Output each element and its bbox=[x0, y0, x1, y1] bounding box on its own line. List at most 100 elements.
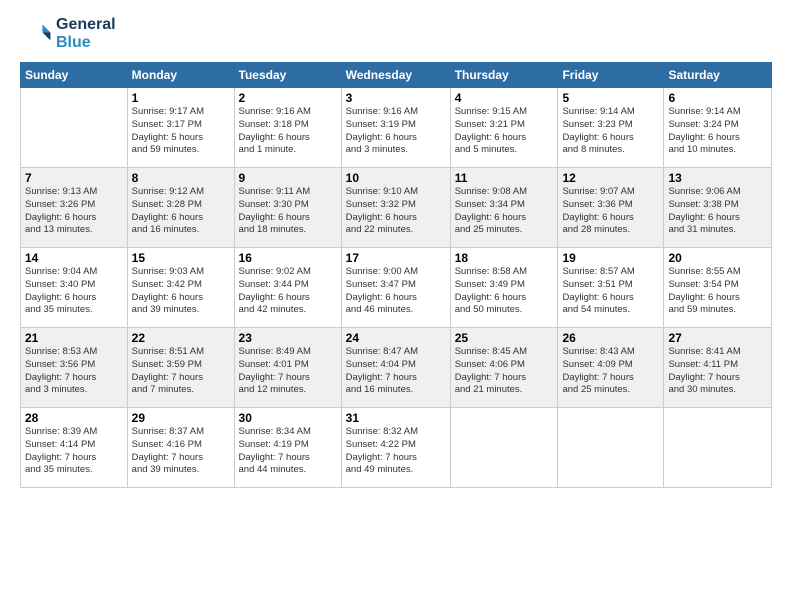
day-info: Sunrise: 8:49 AM Sunset: 4:01 PM Dayligh… bbox=[239, 346, 337, 397]
day-number: 5 bbox=[562, 91, 659, 105]
day-number: 12 bbox=[562, 171, 659, 185]
calendar-cell bbox=[664, 408, 772, 488]
day-number: 22 bbox=[132, 331, 230, 345]
calendar-week-row: 28Sunrise: 8:39 AM Sunset: 4:14 PM Dayli… bbox=[21, 408, 772, 488]
weekday-header: Saturday bbox=[664, 63, 772, 88]
calendar-week-row: 7Sunrise: 9:13 AM Sunset: 3:26 PM Daylig… bbox=[21, 168, 772, 248]
calendar-cell: 15Sunrise: 9:03 AM Sunset: 3:42 PM Dayli… bbox=[127, 248, 234, 328]
day-info: Sunrise: 8:43 AM Sunset: 4:09 PM Dayligh… bbox=[562, 346, 659, 397]
calendar-cell bbox=[558, 408, 664, 488]
day-info: Sunrise: 9:10 AM Sunset: 3:32 PM Dayligh… bbox=[346, 186, 446, 237]
day-number: 31 bbox=[346, 411, 446, 425]
day-info: Sunrise: 9:16 AM Sunset: 3:18 PM Dayligh… bbox=[239, 106, 337, 157]
day-info: Sunrise: 9:17 AM Sunset: 3:17 PM Dayligh… bbox=[132, 106, 230, 157]
day-info: Sunrise: 8:55 AM Sunset: 3:54 PM Dayligh… bbox=[668, 266, 767, 317]
day-number: 29 bbox=[132, 411, 230, 425]
calendar-cell: 10Sunrise: 9:10 AM Sunset: 3:32 PM Dayli… bbox=[341, 168, 450, 248]
calendar-header-row: SundayMondayTuesdayWednesdayThursdayFrid… bbox=[21, 63, 772, 88]
day-number: 24 bbox=[346, 331, 446, 345]
day-number: 23 bbox=[239, 331, 337, 345]
day-number: 2 bbox=[239, 91, 337, 105]
calendar-cell: 23Sunrise: 8:49 AM Sunset: 4:01 PM Dayli… bbox=[234, 328, 341, 408]
day-number: 26 bbox=[562, 331, 659, 345]
calendar-cell: 26Sunrise: 8:43 AM Sunset: 4:09 PM Dayli… bbox=[558, 328, 664, 408]
weekday-header: Friday bbox=[558, 63, 664, 88]
day-info: Sunrise: 8:37 AM Sunset: 4:16 PM Dayligh… bbox=[132, 426, 230, 477]
calendar-cell: 19Sunrise: 8:57 AM Sunset: 3:51 PM Dayli… bbox=[558, 248, 664, 328]
calendar-cell: 25Sunrise: 8:45 AM Sunset: 4:06 PM Dayli… bbox=[450, 328, 558, 408]
calendar-cell: 8Sunrise: 9:12 AM Sunset: 3:28 PM Daylig… bbox=[127, 168, 234, 248]
day-info: Sunrise: 9:14 AM Sunset: 3:24 PM Dayligh… bbox=[668, 106, 767, 157]
calendar-week-row: 1Sunrise: 9:17 AM Sunset: 3:17 PM Daylig… bbox=[21, 88, 772, 168]
day-info: Sunrise: 8:32 AM Sunset: 4:22 PM Dayligh… bbox=[346, 426, 446, 477]
day-number: 10 bbox=[346, 171, 446, 185]
day-number: 25 bbox=[455, 331, 554, 345]
calendar-cell: 13Sunrise: 9:06 AM Sunset: 3:38 PM Dayli… bbox=[664, 168, 772, 248]
logo-text: General Blue bbox=[56, 16, 116, 52]
day-number: 6 bbox=[668, 91, 767, 105]
day-info: Sunrise: 8:47 AM Sunset: 4:04 PM Dayligh… bbox=[346, 346, 446, 397]
day-number: 7 bbox=[25, 171, 123, 185]
calendar-table: SundayMondayTuesdayWednesdayThursdayFrid… bbox=[20, 62, 772, 488]
calendar-cell: 31Sunrise: 8:32 AM Sunset: 4:22 PM Dayli… bbox=[341, 408, 450, 488]
day-info: Sunrise: 8:39 AM Sunset: 4:14 PM Dayligh… bbox=[25, 426, 123, 477]
logo-icon bbox=[20, 18, 52, 50]
calendar-cell: 21Sunrise: 8:53 AM Sunset: 3:56 PM Dayli… bbox=[21, 328, 128, 408]
day-number: 16 bbox=[239, 251, 337, 265]
day-number: 17 bbox=[346, 251, 446, 265]
calendar-cell: 28Sunrise: 8:39 AM Sunset: 4:14 PM Dayli… bbox=[21, 408, 128, 488]
calendar-cell: 27Sunrise: 8:41 AM Sunset: 4:11 PM Dayli… bbox=[664, 328, 772, 408]
calendar-cell: 1Sunrise: 9:17 AM Sunset: 3:17 PM Daylig… bbox=[127, 88, 234, 168]
calendar-cell: 18Sunrise: 8:58 AM Sunset: 3:49 PM Dayli… bbox=[450, 248, 558, 328]
calendar-cell: 11Sunrise: 9:08 AM Sunset: 3:34 PM Dayli… bbox=[450, 168, 558, 248]
day-info: Sunrise: 9:13 AM Sunset: 3:26 PM Dayligh… bbox=[25, 186, 123, 237]
day-number: 28 bbox=[25, 411, 123, 425]
calendar-cell bbox=[21, 88, 128, 168]
calendar-cell bbox=[450, 408, 558, 488]
day-info: Sunrise: 9:03 AM Sunset: 3:42 PM Dayligh… bbox=[132, 266, 230, 317]
day-number: 27 bbox=[668, 331, 767, 345]
calendar-cell: 7Sunrise: 9:13 AM Sunset: 3:26 PM Daylig… bbox=[21, 168, 128, 248]
day-number: 9 bbox=[239, 171, 337, 185]
day-number: 21 bbox=[25, 331, 123, 345]
calendar-cell: 17Sunrise: 9:00 AM Sunset: 3:47 PM Dayli… bbox=[341, 248, 450, 328]
day-info: Sunrise: 8:53 AM Sunset: 3:56 PM Dayligh… bbox=[25, 346, 123, 397]
day-info: Sunrise: 8:41 AM Sunset: 4:11 PM Dayligh… bbox=[668, 346, 767, 397]
weekday-header: Thursday bbox=[450, 63, 558, 88]
day-info: Sunrise: 9:08 AM Sunset: 3:34 PM Dayligh… bbox=[455, 186, 554, 237]
header: General Blue bbox=[20, 16, 772, 52]
day-number: 4 bbox=[455, 91, 554, 105]
calendar-cell: 30Sunrise: 8:34 AM Sunset: 4:19 PM Dayli… bbox=[234, 408, 341, 488]
calendar-cell: 2Sunrise: 9:16 AM Sunset: 3:18 PM Daylig… bbox=[234, 88, 341, 168]
day-info: Sunrise: 9:14 AM Sunset: 3:23 PM Dayligh… bbox=[562, 106, 659, 157]
calendar-cell: 29Sunrise: 8:37 AM Sunset: 4:16 PM Dayli… bbox=[127, 408, 234, 488]
day-info: Sunrise: 9:06 AM Sunset: 3:38 PM Dayligh… bbox=[668, 186, 767, 237]
day-number: 3 bbox=[346, 91, 446, 105]
calendar-cell: 20Sunrise: 8:55 AM Sunset: 3:54 PM Dayli… bbox=[664, 248, 772, 328]
calendar-cell: 9Sunrise: 9:11 AM Sunset: 3:30 PM Daylig… bbox=[234, 168, 341, 248]
day-info: Sunrise: 9:04 AM Sunset: 3:40 PM Dayligh… bbox=[25, 266, 123, 317]
day-info: Sunrise: 9:02 AM Sunset: 3:44 PM Dayligh… bbox=[239, 266, 337, 317]
day-info: Sunrise: 9:00 AM Sunset: 3:47 PM Dayligh… bbox=[346, 266, 446, 317]
day-number: 20 bbox=[668, 251, 767, 265]
logo: General Blue bbox=[20, 16, 116, 52]
day-number: 11 bbox=[455, 171, 554, 185]
calendar-cell: 3Sunrise: 9:16 AM Sunset: 3:19 PM Daylig… bbox=[341, 88, 450, 168]
calendar-cell: 22Sunrise: 8:51 AM Sunset: 3:59 PM Dayli… bbox=[127, 328, 234, 408]
day-info: Sunrise: 9:11 AM Sunset: 3:30 PM Dayligh… bbox=[239, 186, 337, 237]
weekday-header: Tuesday bbox=[234, 63, 341, 88]
calendar-week-row: 14Sunrise: 9:04 AM Sunset: 3:40 PM Dayli… bbox=[21, 248, 772, 328]
day-info: Sunrise: 8:45 AM Sunset: 4:06 PM Dayligh… bbox=[455, 346, 554, 397]
day-number: 15 bbox=[132, 251, 230, 265]
day-info: Sunrise: 9:15 AM Sunset: 3:21 PM Dayligh… bbox=[455, 106, 554, 157]
calendar-cell: 5Sunrise: 9:14 AM Sunset: 3:23 PM Daylig… bbox=[558, 88, 664, 168]
calendar-cell: 16Sunrise: 9:02 AM Sunset: 3:44 PM Dayli… bbox=[234, 248, 341, 328]
weekday-header: Sunday bbox=[21, 63, 128, 88]
day-number: 18 bbox=[455, 251, 554, 265]
calendar-cell: 4Sunrise: 9:15 AM Sunset: 3:21 PM Daylig… bbox=[450, 88, 558, 168]
day-number: 14 bbox=[25, 251, 123, 265]
calendar-cell: 12Sunrise: 9:07 AM Sunset: 3:36 PM Dayli… bbox=[558, 168, 664, 248]
day-info: Sunrise: 8:58 AM Sunset: 3:49 PM Dayligh… bbox=[455, 266, 554, 317]
day-number: 1 bbox=[132, 91, 230, 105]
day-number: 8 bbox=[132, 171, 230, 185]
